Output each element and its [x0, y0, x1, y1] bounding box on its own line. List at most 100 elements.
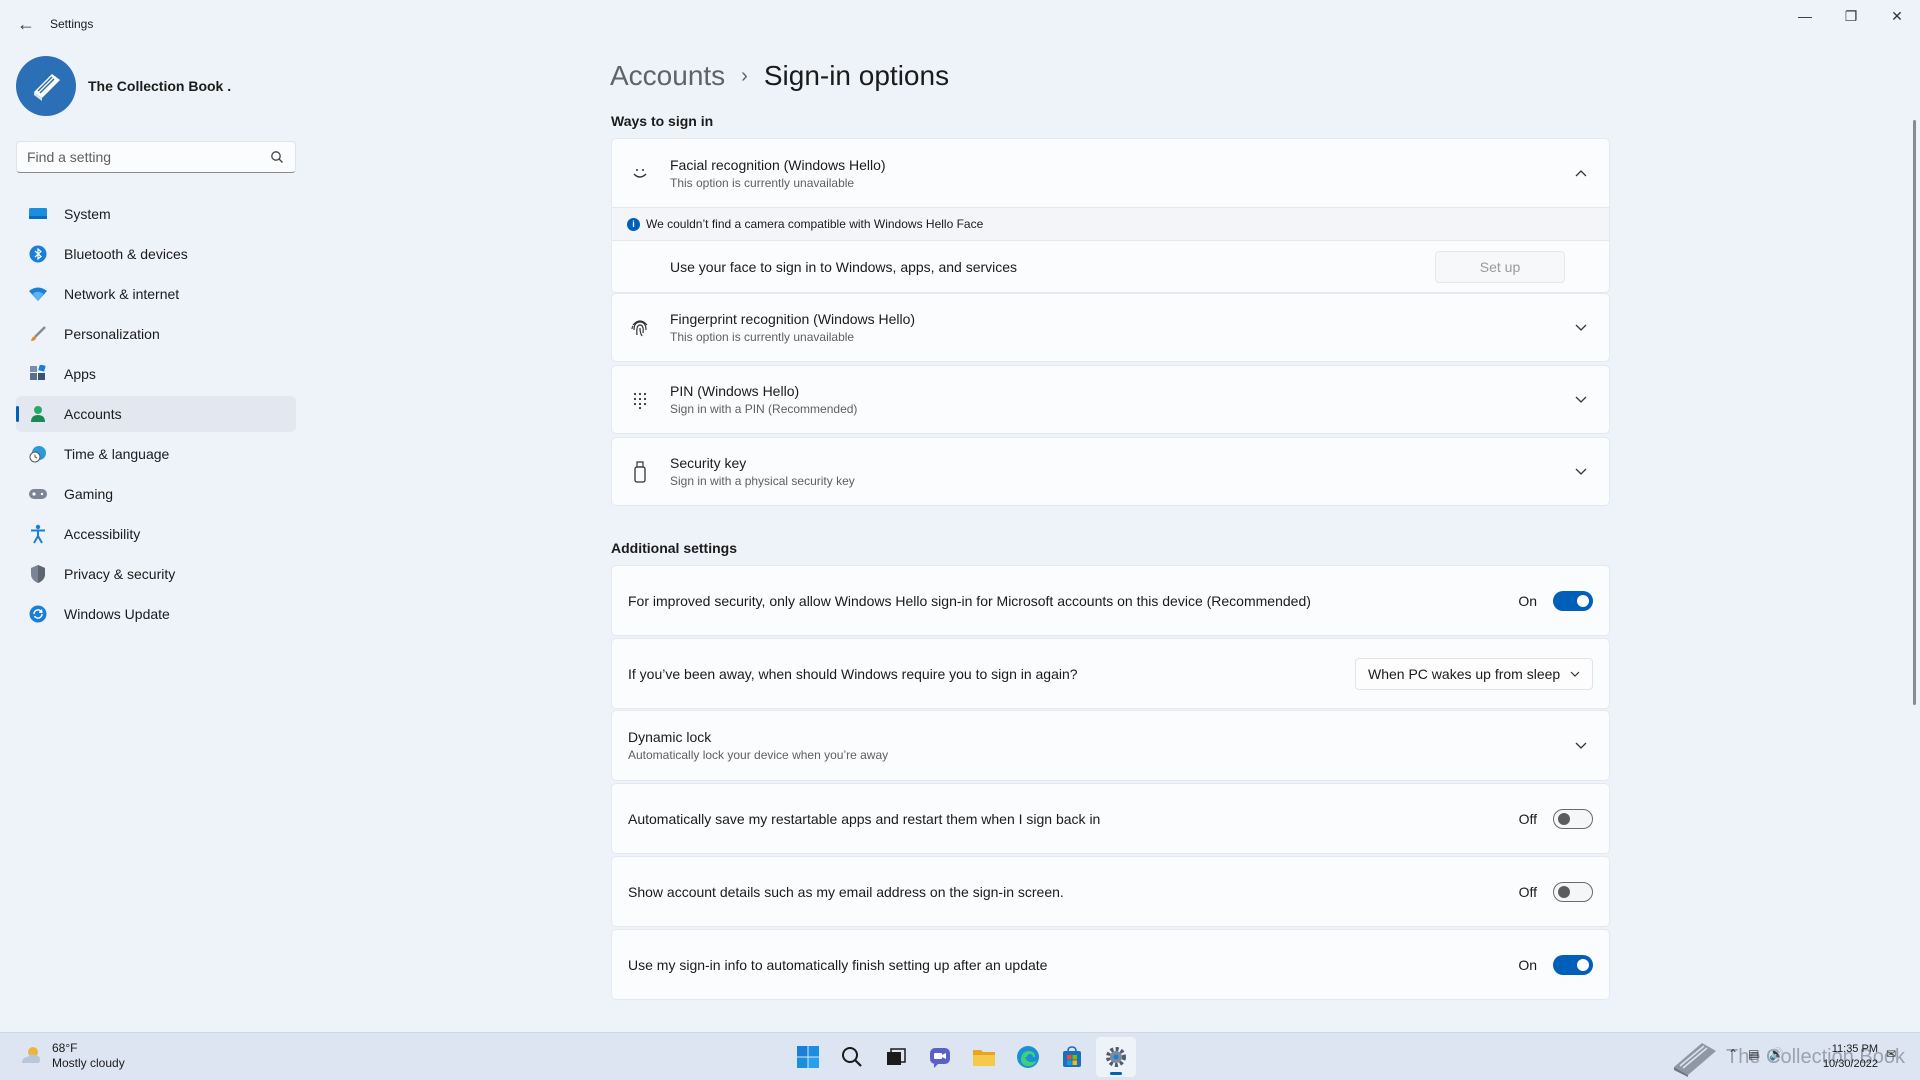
network-icon[interactable]: ▤: [1748, 1047, 1759, 1061]
clock[interactable]: 11:35 PM 10/30/2022: [1818, 1042, 1878, 1072]
search-box[interactable]: [16, 141, 296, 173]
minimize-button[interactable]: —: [1782, 0, 1828, 32]
account-details-state: Off: [1518, 883, 1537, 900]
hello-only-label: For improved security, only allow Window…: [628, 592, 1311, 609]
close-button[interactable]: ✕: [1874, 0, 1920, 32]
signin-info-label: Use my sign-in info to automatically fin…: [628, 956, 1048, 973]
require-signin-dropdown[interactable]: When PC wakes up from sleep: [1355, 657, 1593, 690]
settings-gear-icon[interactable]: [1096, 1037, 1136, 1077]
sidebar-item-windows-update[interactable]: Windows Update: [16, 596, 296, 632]
dynamic-lock-card[interactable]: Dynamic lock Automatically lock your dev…: [611, 710, 1610, 781]
wifi-icon: [28, 284, 48, 304]
chevron-down-icon[interactable]: [1569, 460, 1593, 484]
taskbar: 68°F Mostly cloudy The Collection Book ⌃…: [0, 1032, 1920, 1080]
book-logo-icon: [34, 74, 60, 101]
person-icon: [28, 404, 48, 424]
sidebar-item-gaming[interactable]: Gaming: [16, 476, 296, 512]
face-icon: [628, 161, 652, 185]
facial-recognition-title: Facial recognition (Windows Hello): [670, 156, 886, 173]
chevron-down-icon[interactable]: [1569, 316, 1593, 340]
signin-info-toggle[interactable]: [1553, 954, 1593, 975]
account-details-toggle[interactable]: [1553, 881, 1593, 902]
pin-subtitle: Sign in with a PIN (Recommended): [670, 402, 858, 416]
chevron-down-icon: [1570, 668, 1580, 680]
task-view-icon[interactable]: [876, 1037, 916, 1077]
breadcrumb-parent[interactable]: Accounts: [610, 60, 725, 92]
chevron-up-icon[interactable]: ⌃: [1728, 1047, 1738, 1061]
weather-widget[interactable]: 68°F Mostly cloudy: [18, 1041, 125, 1071]
sidebar-item-accounts[interactable]: Accounts: [16, 396, 296, 432]
sidebar-item-network[interactable]: Network & internet: [16, 276, 296, 312]
sidebar-item-label: Accounts: [64, 406, 122, 422]
sidebar-item-label: Time & language: [64, 446, 170, 462]
weather-desc: Mostly cloudy: [52, 1056, 125, 1070]
sidebar-item-accessibility[interactable]: Accessibility: [16, 516, 296, 552]
shield-icon: [28, 564, 48, 584]
facial-recognition-header[interactable]: Facial recognition (Windows Hello) This …: [612, 139, 1609, 207]
chevron-up-icon[interactable]: [1569, 161, 1593, 185]
avatar: [16, 56, 76, 116]
brush-icon: [28, 324, 48, 344]
window-title: Settings: [50, 17, 94, 31]
sidebar-item-time-language[interactable]: Time & language: [16, 436, 296, 472]
breadcrumb: Accounts › Sign-in options: [610, 56, 949, 96]
file-explorer-icon[interactable]: [964, 1037, 1004, 1077]
chat-icon[interactable]: [920, 1037, 960, 1077]
dynamic-lock-subtitle: Automatically lock your device when you’…: [628, 748, 889, 762]
dynamic-lock-title: Dynamic lock: [628, 729, 712, 745]
info-icon: i: [627, 217, 640, 231]
sidebar-item-apps[interactable]: Apps: [16, 356, 296, 392]
setup-button[interactable]: Set up: [1435, 250, 1565, 283]
sidebar-item-bluetooth[interactable]: Bluetooth & devices: [16, 236, 296, 272]
search-input[interactable]: [27, 149, 269, 165]
require-signin-setting: If you’ve been away, when should Windows…: [611, 638, 1610, 709]
sidebar-item-label: Personalization: [64, 326, 160, 342]
breadcrumb-separator: ›: [741, 64, 748, 87]
pin-header[interactable]: PIN (Windows Hello) Sign in with a PIN (…: [612, 366, 1609, 433]
profile[interactable]: The Collection Book .: [16, 56, 231, 116]
hello-only-state: On: [1518, 592, 1537, 609]
chevron-down-icon[interactable]: [1569, 734, 1593, 758]
dynamic-lock-header[interactable]: Dynamic lock Automatically lock your dev…: [612, 711, 1609, 780]
account-details-row: Show account details such as my email ad…: [612, 857, 1609, 926]
facial-recognition-action-text: Use your face to sign in to Windows, app…: [670, 258, 1018, 275]
sidebar-item-system[interactable]: System: [16, 196, 296, 232]
restore-button[interactable]: ❐: [1828, 0, 1874, 32]
security-key-header[interactable]: Security key Sign in with a physical sec…: [612, 438, 1609, 505]
hello-only-toggle[interactable]: [1553, 590, 1593, 611]
sidebar-item-label: System: [64, 206, 111, 222]
account-details-label: Show account details such as my email ad…: [628, 883, 1064, 900]
sidebar-item-privacy-security[interactable]: Privacy & security: [16, 556, 296, 592]
store-icon[interactable]: [1052, 1037, 1092, 1077]
chevron-down-icon[interactable]: [1569, 388, 1593, 412]
fingerprint-card[interactable]: Fingerprint recognition (Windows Hello) …: [611, 293, 1610, 362]
back-arrow-icon[interactable]: ←: [14, 12, 38, 36]
clock-time: 11:35 PM: [1831, 1043, 1878, 1055]
fingerprint-header[interactable]: Fingerprint recognition (Windows Hello) …: [612, 294, 1609, 361]
signin-info-row: Use my sign-in info to automatically fin…: [612, 930, 1609, 999]
start-icon[interactable]: [788, 1037, 828, 1077]
restart-apps-toggle[interactable]: [1553, 808, 1593, 829]
accessibility-icon: [28, 524, 48, 544]
search-icon[interactable]: [269, 149, 285, 165]
scrollbar[interactable]: [1913, 120, 1916, 705]
notification-icon[interactable]: ✉: [1886, 1047, 1896, 1061]
sidebar-nav: System Bluetooth & devices Network & int…: [16, 196, 296, 636]
sidebar-item-label: Apps: [64, 366, 96, 382]
fingerprint-subtitle: This option is currently unavailable: [670, 330, 855, 344]
security-key-card[interactable]: Security key Sign in with a physical sec…: [611, 437, 1610, 506]
facial-recognition-info: i We couldn’t find a camera compatible w…: [612, 207, 1609, 240]
search-icon[interactable]: [832, 1037, 872, 1077]
pin-card[interactable]: PIN (Windows Hello) Sign in with a PIN (…: [611, 365, 1610, 434]
taskbar-pinned-apps: [788, 1037, 1140, 1077]
cloud-icon: [22, 1047, 40, 1063]
book-watermark-icon: [1674, 1043, 1716, 1077]
volume-icon[interactable]: 🔊: [1769, 1047, 1784, 1061]
require-signin-label: If you’ve been away, when should Windows…: [628, 665, 1078, 682]
sidebar-item-label: Accessibility: [64, 526, 141, 542]
sidebar-item-personalization[interactable]: Personalization: [16, 316, 296, 352]
require-signin-value: When PC wakes up from sleep: [1368, 665, 1561, 682]
facial-recognition-card: Facial recognition (Windows Hello) This …: [611, 138, 1610, 293]
update-icon: [28, 604, 48, 624]
edge-browser-icon[interactable]: [1008, 1037, 1048, 1077]
